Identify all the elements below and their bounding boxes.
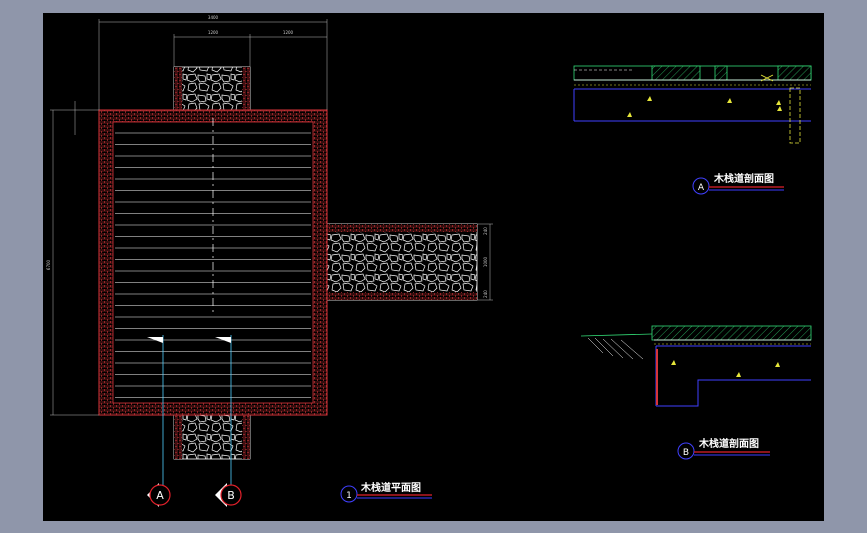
section-b-deck [651, 325, 812, 341]
top-path-right-edge [242, 67, 250, 110]
dim-right-bot: 240 [483, 290, 488, 298]
plan-view: A B 3400 1200 1200 6700 240 1000 240 1 木… [46, 15, 493, 507]
dim-upper-right: 1200 [283, 30, 294, 35]
plan-title-marker: 1 [346, 491, 352, 501]
dim-upper-left: 1200 [208, 30, 219, 35]
right-path-bottom-edge [327, 292, 477, 300]
section-b-title: 木栈道剖面图 [698, 437, 759, 450]
dim-total-width: 3400 [208, 15, 219, 20]
cad-drawing: A B 3400 1200 1200 6700 240 1000 240 1 木… [46, 15, 812, 507]
dim-right-top: 240 [483, 227, 488, 235]
section-a-marker: A [698, 183, 705, 193]
right-stone-path [326, 223, 478, 301]
cut-marker-a[interactable]: A [147, 483, 171, 507]
cut-marker-a-label: A [156, 489, 164, 502]
bottom-path-right-edge [242, 415, 250, 459]
top-path-left-edge [174, 67, 182, 110]
dim-right-mid: 1000 [483, 256, 488, 267]
section-b-marker: B [683, 448, 689, 458]
drawing-canvas[interactable]: A B 3400 1200 1200 6700 240 1000 240 1 木… [43, 13, 824, 521]
cut-marker-b[interactable]: B [215, 483, 242, 507]
cut-marker-b-label: B [227, 489, 235, 502]
section-a-title: 木栈道剖面图 [713, 172, 774, 185]
section-b-title-block: B 木栈道剖面图 [677, 437, 770, 460]
section-b: B 木栈道剖面图 [580, 325, 812, 460]
bottom-stone-path [173, 414, 251, 460]
section-a: A 木栈道剖面图 [573, 65, 812, 195]
application-frame: A B 3400 1200 1200 6700 240 1000 240 1 木… [0, 0, 867, 533]
right-path-top-edge [327, 224, 477, 232]
bottom-path-left-edge [174, 415, 182, 459]
top-stone-path [173, 66, 251, 111]
plan-title-block: 1 木栈道平面图 [340, 481, 432, 503]
plan-title: 木栈道平面图 [360, 481, 421, 494]
section-a-title-block: A 木栈道剖面图 [692, 172, 784, 195]
dim-total-height: 6700 [46, 259, 51, 270]
